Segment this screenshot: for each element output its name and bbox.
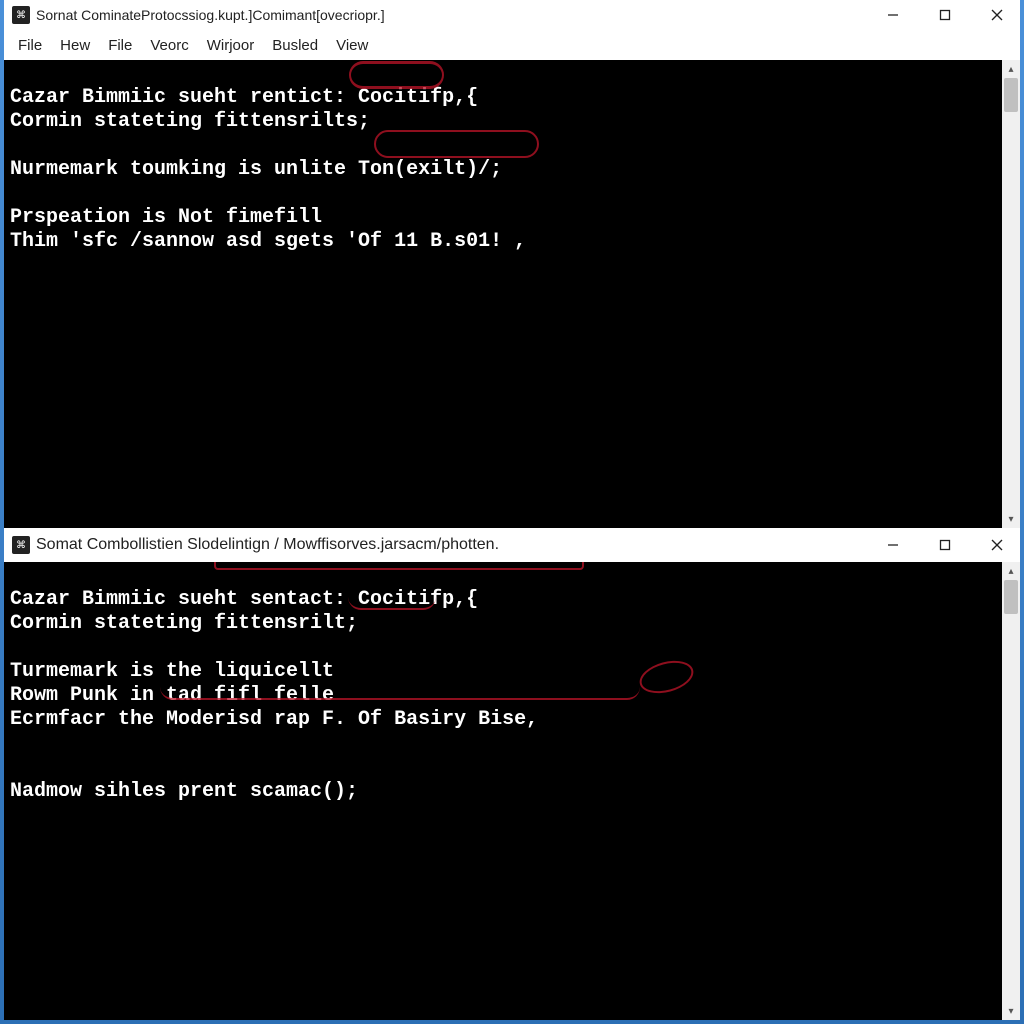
vertical-scrollbar[interactable]: ▴ ▾ xyxy=(1002,562,1020,1020)
terminal-line: Turmemark is the liquicellt xyxy=(10,660,334,683)
terminal-line: Cazar Bimmiic sueht sentact: Cocitifp,{ xyxy=(10,588,478,611)
close-button[interactable] xyxy=(974,0,1020,30)
scroll-down-icon[interactable]: ▾ xyxy=(1002,1002,1020,1020)
terminal-line: Nadmow sihles prent scamac(); xyxy=(10,780,358,803)
minimize-button[interactable] xyxy=(870,530,916,560)
titlebar[interactable]: ⌘ Somat Combollistien Slodelintign / Mow… xyxy=(4,528,1020,562)
scroll-track[interactable] xyxy=(1002,580,1020,1002)
menubar: File Hew File Veorc Wirjoor Busled View xyxy=(4,30,1020,60)
close-button[interactable] xyxy=(974,530,1020,560)
scroll-up-icon[interactable]: ▴ xyxy=(1002,562,1020,580)
app-icon: ⌘ xyxy=(12,6,30,24)
menu-item[interactable]: File xyxy=(18,37,42,54)
terminal-line: Rowm Punk in tad fifl felle xyxy=(10,684,334,707)
terminal-area: Cazar Bimmiic sueht sentact: Cocitifp,{ … xyxy=(4,562,1020,1020)
scroll-thumb[interactable] xyxy=(1004,78,1018,112)
maximize-button[interactable] xyxy=(922,530,968,560)
terminal-output[interactable]: Cazar Bimmiic sueht sentact: Cocitifp,{ … xyxy=(4,562,1002,1020)
terminal-line: Prspeation is Not fimefill xyxy=(10,206,322,229)
terminal-line: Cazar Bimmiic sueht rentict: Cocitifp,{ xyxy=(10,86,478,109)
window-bottom: ⌘ Somat Combollistien Slodelintign / Mow… xyxy=(4,528,1020,1020)
scroll-up-icon[interactable]: ▴ xyxy=(1002,60,1020,78)
app-icon: ⌘ xyxy=(12,536,30,554)
scroll-thumb[interactable] xyxy=(1004,580,1018,614)
menu-item[interactable]: Hew xyxy=(60,37,90,54)
menu-item[interactable]: View xyxy=(336,37,368,54)
window-top: ⌘ Sornat CominateProtocssiog.kupt.]Comim… xyxy=(4,0,1020,528)
maximize-button[interactable] xyxy=(922,0,968,30)
terminal-line: Cormin stateting fittensrilts; xyxy=(10,110,370,133)
window-title: Sornat CominateProtocssiog.kupt.]Comiman… xyxy=(36,7,385,23)
terminal-line: Thim 'sfc /sannow asd sgets 'Of 11 B.s01… xyxy=(10,230,526,253)
menu-item[interactable]: Veorc xyxy=(150,37,188,54)
terminal-area: Cazar Bimmiic sueht rentict: Cocitifp,{ … xyxy=(4,60,1020,528)
scroll-down-icon[interactable]: ▾ xyxy=(1002,510,1020,528)
menu-item[interactable]: Busled xyxy=(272,37,318,54)
menu-item[interactable]: Wirjoor xyxy=(207,37,255,54)
terminal-line: Ecrmfacr the Moderisd rap F. Of Basiry B… xyxy=(10,708,538,731)
menu-item[interactable]: File xyxy=(108,37,132,54)
terminal-line: Cormin stateting fittensrilt; xyxy=(10,612,358,635)
minimize-button[interactable] xyxy=(870,0,916,30)
terminal-line: Nurmemark toumking is unlite Ton(exilt)/… xyxy=(10,158,502,181)
scroll-track[interactable] xyxy=(1002,78,1020,510)
terminal-output[interactable]: Cazar Bimmiic sueht rentict: Cocitifp,{ … xyxy=(4,60,1002,528)
titlebar[interactable]: ⌘ Sornat CominateProtocssiog.kupt.]Comim… xyxy=(4,0,1020,30)
vertical-scrollbar[interactable]: ▴ ▾ xyxy=(1002,60,1020,528)
window-title: Somat Combollistien Slodelintign / Mowff… xyxy=(36,536,499,554)
